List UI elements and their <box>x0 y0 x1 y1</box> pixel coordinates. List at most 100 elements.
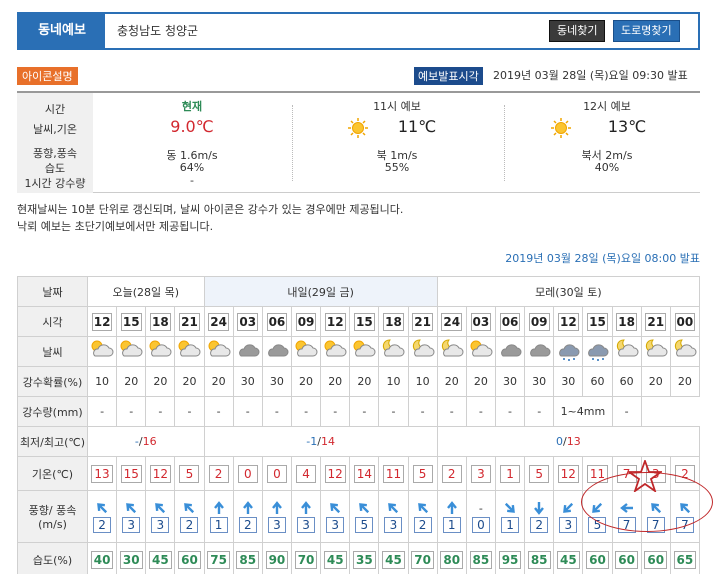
note-lightning: 낙뢰 예보는 초단기예보에서만 제공됩니다. <box>17 220 214 233</box>
weather-cell <box>174 336 205 367</box>
hour-cell: 06 <box>261 306 292 337</box>
temp-value: 5 <box>529 464 550 483</box>
pop-cell: 10 <box>378 366 409 397</box>
temp-cell: 14 <box>349 456 380 491</box>
wind-cell: 1 <box>494 490 526 543</box>
pop-cell: 20 <box>669 366 701 397</box>
wind-arrow-icon <box>205 500 233 515</box>
f11-temp: 11℃ <box>397 117 437 136</box>
humidity-value: 30 <box>119 550 143 569</box>
row-label-time: 시각 <box>17 306 88 337</box>
humidity-cell: 35 <box>349 542 380 574</box>
partly-cloudy-icon <box>322 340 348 366</box>
max-temp: 13 <box>566 435 581 448</box>
rain-cell: 1~4mm <box>553 396 613 427</box>
temp-cell: 13 <box>86 456 118 491</box>
hour-value: 21 <box>412 312 433 331</box>
max-temp: 14 <box>320 435 335 448</box>
weather-cell <box>290 336 322 367</box>
pop-cell: 30 <box>261 366 292 397</box>
humidity-cell: 45 <box>145 542 176 574</box>
humidity-value: 70 <box>411 550 434 569</box>
rain-cell: - <box>436 396 467 427</box>
f12-temp: 13℃ <box>607 117 647 136</box>
hour-value: 12 <box>324 312 346 331</box>
min-temp: 0 <box>555 435 563 448</box>
pop-cell: 30 <box>494 366 526 397</box>
humidity-cell: 85 <box>465 542 496 574</box>
hour-cell: 18 <box>145 306 176 337</box>
icon-guide-button[interactable]: 아이콘설명 <box>17 67 78 85</box>
partly-cloudy-icon <box>351 340 377 366</box>
wind-cell: 3 <box>553 490 584 543</box>
hour-cell: 15 <box>349 306 380 337</box>
hour-value: 24 <box>208 312 229 331</box>
wind-arrow-icon <box>379 501 407 515</box>
f12-title: 12시 예보 <box>583 100 631 113</box>
rain-snow-icon <box>555 344 581 366</box>
find-road-button[interactable]: 도로명찾기 <box>613 20 680 42</box>
humidity-cell: 45 <box>378 542 409 574</box>
humidity-value: 85 <box>236 550 260 569</box>
location-bar: 동네예보 충청남도 청양군 동네찾기 도로명찾기 <box>17 12 700 50</box>
wind-arrow-icon <box>234 500 262 515</box>
humidity-value: 40 <box>90 550 114 569</box>
humidity-cell: 45 <box>553 542 584 574</box>
wind-arrow-icon <box>117 501 145 515</box>
pop-cell: 30 <box>524 366 555 397</box>
temp-value: 1 <box>500 464 521 483</box>
wind-speed: 1 <box>501 516 520 533</box>
wind-arrow-icon <box>321 501 349 515</box>
dong-forecast-tab[interactable]: 동네예보 <box>19 14 105 48</box>
humidity-cell: 90 <box>261 542 292 574</box>
moon-cloudy-icon <box>672 339 698 366</box>
rain-snow-icon <box>584 344 610 366</box>
wind-speed: 3 <box>297 516 316 533</box>
temp-cell: 2 <box>436 456 467 491</box>
wind-cell: 3 <box>320 490 351 543</box>
wind-speed: 3 <box>559 516 578 533</box>
weather-cell <box>378 336 409 367</box>
weather-cell <box>494 336 526 367</box>
wind-speed: 2 <box>238 516 257 533</box>
star-annotation-icon <box>628 460 662 492</box>
find-area-button[interactable]: 동네찾기 <box>549 20 606 42</box>
hour-value: 18 <box>150 312 171 331</box>
wind-arrow-icon <box>525 501 553 515</box>
hour-cell: 21 <box>640 306 671 337</box>
pop-cell: 20 <box>349 366 380 397</box>
humidity-cell: 85 <box>232 542 263 574</box>
humidity-cell: 45 <box>320 542 351 574</box>
partly-cloudy-icon <box>293 340 319 366</box>
hour-cell: 09 <box>524 306 555 337</box>
hour-value: 06 <box>499 312 521 331</box>
hour-cell: 18 <box>611 306 642 337</box>
humidity-cell: 85 <box>524 542 555 574</box>
current-conditions: 시간 날씨,기온 풍향,풍속 습도 1시간 강수량 현재 9.0℃ 동 1.6m… <box>17 91 700 193</box>
humidity-value: 35 <box>352 550 376 569</box>
temp-cell: 2 <box>203 456 234 491</box>
rain-cell: - <box>86 396 118 427</box>
label-wind: 풍향,풍속 <box>33 147 77 160</box>
temp-value: 0 <box>266 464 287 483</box>
wind-cell: 3 <box>290 490 322 543</box>
weather-cell <box>261 336 292 367</box>
wind-arrow-icon <box>409 501 437 515</box>
temp-cell: 1 <box>494 456 526 491</box>
temp-cell: 0 <box>261 456 292 491</box>
humidity-value: 45 <box>323 550 347 569</box>
partly-cloudy-icon <box>468 340 494 366</box>
weather-cell <box>349 336 380 367</box>
wind-cell: 3 <box>145 490 176 543</box>
rain-cell: - <box>232 396 263 427</box>
hour-value: 18 <box>616 312 637 331</box>
humidity-value: 60 <box>644 550 668 569</box>
hour-cell: 18 <box>378 306 409 337</box>
hour-cell: 21 <box>407 306 438 337</box>
humidity-cell: 60 <box>174 542 205 574</box>
row-label-wind: 풍향/ 풍속(m/s) <box>17 490 88 543</box>
wind-speed: 3 <box>384 516 403 533</box>
humidity-cell: 60 <box>582 542 613 574</box>
humidity-cell: 65 <box>669 542 701 574</box>
hour-value: 03 <box>470 312 492 331</box>
